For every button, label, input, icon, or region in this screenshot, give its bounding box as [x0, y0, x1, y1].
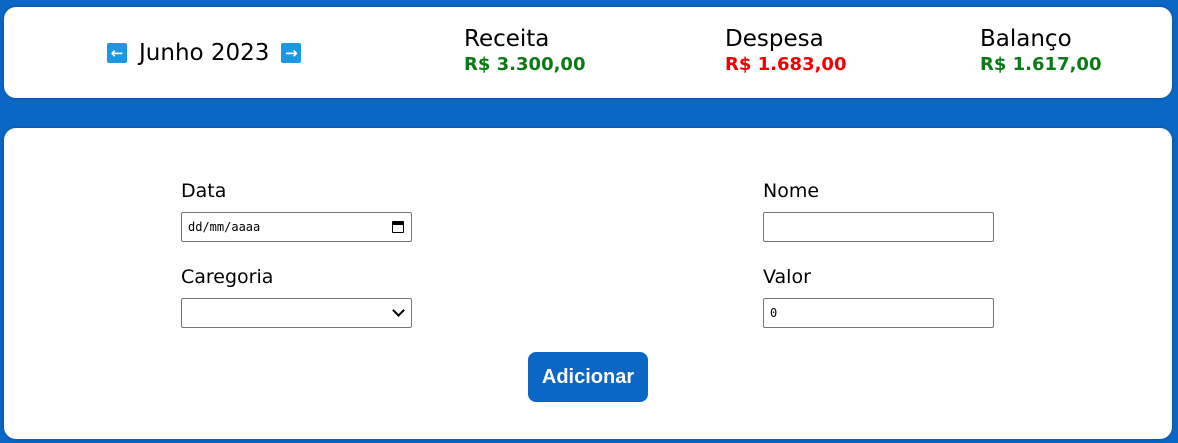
add-button[interactable]: Adicionar	[528, 352, 648, 402]
expense-summary: Despesa R$ 1.683,00	[725, 25, 846, 77]
month-title: Junho 2023	[139, 40, 270, 66]
expense-label: Despesa	[725, 26, 824, 52]
entry-form-card: Data dd/mm/aaaa Nome Caregoria Valor 0 A…	[4, 128, 1172, 439]
amount-label: Valor	[763, 266, 811, 288]
date-placeholder: dd/mm/aaaa	[188, 220, 261, 234]
name-input[interactable]	[763, 212, 994, 242]
category-label: Caregoria	[181, 266, 274, 288]
income-summary: Receita R$ 3.300,00	[464, 25, 585, 77]
amount-input[interactable]: 0	[763, 298, 994, 328]
name-label: Nome	[763, 180, 820, 202]
previous-month-icon[interactable]: ←	[107, 43, 127, 63]
next-month-icon[interactable]: →	[281, 43, 302, 63]
date-input[interactable]: dd/mm/aaaa	[181, 212, 412, 242]
balance-label: Balanço	[980, 26, 1072, 52]
month-navigator: ← Junho 2023 →	[107, 37, 302, 69]
category-select[interactable]	[181, 298, 412, 328]
amount-value: 0	[770, 306, 778, 320]
balance-summary: Balanço R$ 1.617,00	[980, 25, 1101, 77]
income-value: R$ 3.300,00	[464, 54, 586, 75]
calendar-icon[interactable]	[392, 221, 404, 233]
summary-card: ← Junho 2023 → Receita R$ 3.300,00 Despe…	[4, 7, 1172, 98]
expense-value: R$ 1.683,00	[725, 54, 847, 75]
chevron-down-icon	[392, 304, 405, 317]
balance-value: R$ 1.617,00	[980, 54, 1102, 75]
income-label: Receita	[464, 26, 550, 52]
date-label: Data	[181, 180, 227, 202]
